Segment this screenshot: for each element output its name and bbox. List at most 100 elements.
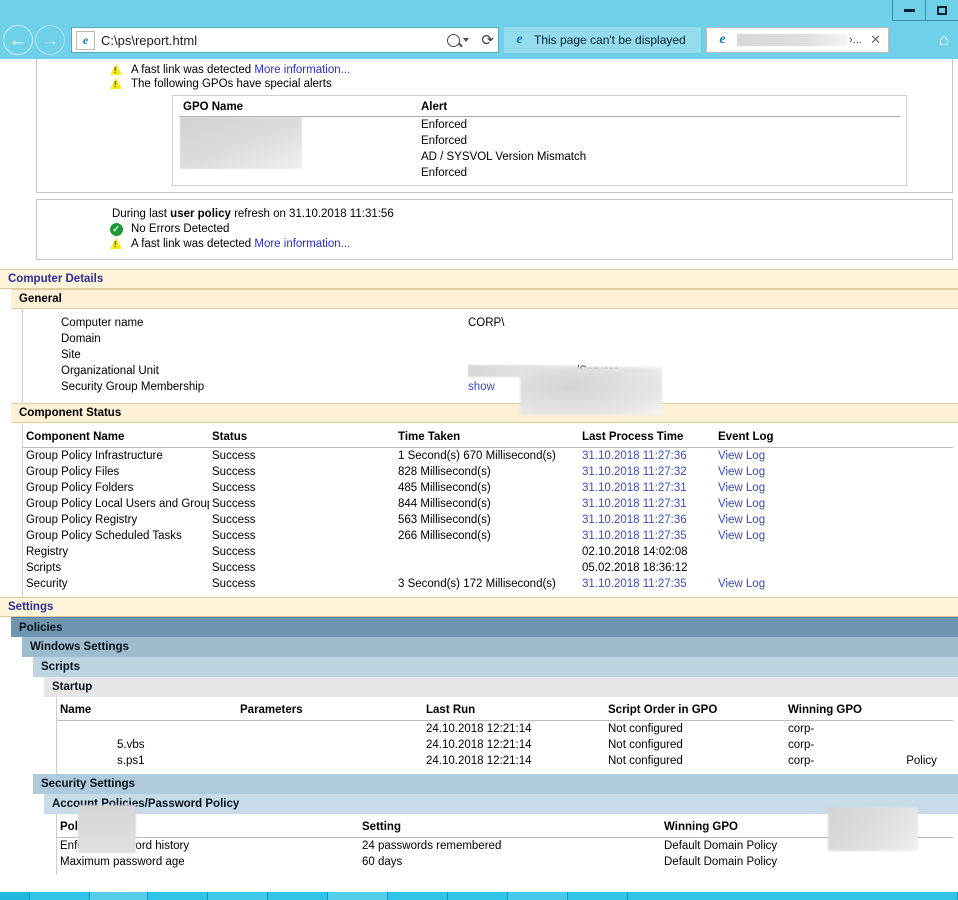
cell-event-log — [715, 544, 953, 560]
summary-text: The following GPOs have special alerts — [125, 78, 332, 90]
col-event-log: Event Log — [715, 429, 953, 448]
show-link[interactable]: show — [468, 381, 953, 393]
close-icon[interactable]: ✕ — [865, 32, 881, 48]
section-computer-details[interactable]: Computer Details — [0, 269, 958, 289]
taskbar-item[interactable] — [30, 892, 90, 900]
taskbar-tray[interactable] — [628, 892, 958, 900]
cell-winning-gpo: corp-Policy — [785, 753, 953, 769]
table-header-row: GPO Name Alert — [179, 99, 900, 117]
cell-last-run: 24.10.2018 12:21:14 — [423, 721, 605, 738]
page-favicon-icon: e — [76, 31, 95, 50]
cell-last-run: 24.10.2018 12:21:14 — [423, 753, 605, 769]
browser-navigation-bar: ← → e C:\ps\report.html ⟳ e This page ca… — [0, 21, 958, 59]
address-bar[interactable]: e C:\ps\report.html ⟳ — [71, 27, 499, 53]
section-policies[interactable]: Policies — [11, 617, 958, 637]
warning-icon — [107, 238, 125, 249]
taskbar-start-button[interactable] — [0, 892, 30, 900]
cell-event-log[interactable]: View Log — [715, 512, 953, 528]
label-organizational-unit: Organizational Unit — [23, 365, 468, 377]
tab-active-report[interactable]: e ›... ✕ — [706, 27, 889, 53]
cell-last-process-time[interactable]: 31.10.2018 11:27:36 — [579, 512, 715, 528]
gpresult-report-document: A fast link was detected More informatio… — [0, 59, 958, 892]
cell-last-process-time[interactable]: 31.10.2018 11:27:36 — [579, 448, 715, 465]
cell-script-order: Not configured — [605, 753, 785, 769]
cell-event-log[interactable]: View Log — [715, 448, 953, 465]
taskbar-item[interactable] — [328, 892, 388, 900]
cell-status: Success — [209, 480, 395, 496]
section-security-settings[interactable]: Security Settings — [33, 774, 958, 794]
cell-winning-gpo: Default Domain Policy — [661, 838, 953, 855]
taskbar-item[interactable] — [448, 892, 508, 900]
cell-event-log[interactable]: View Log — [715, 528, 953, 544]
cell-time-taken: 1 Second(s) 670 Millisecond(s) — [395, 448, 579, 465]
forward-button[interactable]: → — [35, 25, 65, 55]
cell-winning-gpo: corp- — [785, 721, 953, 738]
address-input[interactable]: C:\ps\report.html — [101, 33, 447, 48]
chevron-down-icon[interactable] — [463, 38, 469, 42]
success-icon: ✓ — [107, 223, 125, 236]
taskbar-item[interactable] — [90, 892, 148, 900]
value-domain — [468, 333, 953, 345]
cell-policy: Enforce password history — [57, 838, 359, 855]
cell-script-order: Not configured — [605, 721, 785, 738]
section-general[interactable]: General — [11, 289, 958, 309]
section-startup[interactable]: Startup — [44, 677, 958, 697]
search-icon[interactable] — [447, 34, 460, 47]
summary-text: No Errors Detected — [125, 223, 229, 235]
cell-last-process-time[interactable]: 31.10.2018 11:27:31 — [579, 480, 715, 496]
cell-last-process-time[interactable]: 31.10.2018 11:27:35 — [579, 576, 715, 592]
cell-time-taken: 563 Millisecond(s) — [395, 512, 579, 528]
component-status-table: Component Name Status Time Taken Last Pr… — [23, 429, 953, 592]
section-windows-settings[interactable]: Windows Settings — [22, 637, 958, 657]
cell-status: Success — [209, 528, 395, 544]
col-last-process-time: Last Process Time — [579, 429, 715, 448]
summary-line-no-errors: ✓ No Errors Detected — [37, 222, 952, 237]
cell-winning-gpo: Default Domain Policy — [661, 854, 953, 870]
taskbar-item[interactable] — [208, 892, 268, 900]
minimize-button[interactable] — [892, 0, 925, 21]
col-winning-gpo: Winning GPO — [785, 702, 953, 721]
taskbar-item[interactable] — [388, 892, 448, 900]
tab-page-cannot-be-displayed[interactable]: e This page can't be displayed — [504, 27, 701, 53]
cell-event-log[interactable]: View Log — [715, 480, 953, 496]
section-settings[interactable]: Settings — [0, 597, 958, 617]
cell-time-taken: 485 Millisecond(s) — [395, 480, 579, 496]
cell-status: Success — [209, 560, 395, 576]
home-icon[interactable]: ⌂ — [939, 30, 955, 50]
cell-last-process-time: 05.02.2018 18:36:12 — [579, 560, 715, 576]
section-component-status[interactable]: Component Status — [11, 403, 958, 423]
back-arrow-icon: ← — [9, 31, 28, 50]
taskbar-item[interactable] — [268, 892, 328, 900]
col-name: Name — [57, 702, 237, 721]
cell-time-taken: 844 Millisecond(s) — [395, 496, 579, 512]
table-row: RegistrySuccess02.10.2018 14:02:08 — [23, 544, 953, 560]
cell-last-process-time[interactable]: 31.10.2018 11:27:31 — [579, 496, 715, 512]
tab-label: This page can't be displayed — [534, 33, 686, 47]
cell-event-log[interactable]: View Log — [715, 464, 953, 480]
cell-event-log[interactable]: View Log — [715, 576, 953, 592]
summary-text: A fast link was detected More informatio… — [125, 238, 350, 250]
table-row: Group Policy Local Users and GroupsSucce… — [23, 496, 953, 512]
windows-taskbar[interactable] — [0, 892, 958, 900]
refresh-icon[interactable]: ⟳ — [481, 33, 494, 48]
cell-parameters — [237, 753, 423, 769]
cell-alert: Enforced — [417, 117, 900, 134]
table-row: SecuritySuccess3 Second(s) 172 Milliseco… — [23, 576, 953, 592]
section-scripts[interactable]: Scripts — [33, 657, 958, 677]
taskbar-item[interactable] — [148, 892, 208, 900]
taskbar-item[interactable] — [568, 892, 628, 900]
section-account-policies[interactable]: Account Policies/Password Policy — [44, 794, 958, 814]
gpo-special-alerts-table-wrap: GPO Name Alert e Enforced ogonCredential… — [172, 95, 907, 186]
summary-line-fast-link: A fast link was detected More informatio… — [37, 63, 952, 77]
forward-arrow-icon: → — [41, 31, 60, 50]
summary-text: A fast link was detected More informatio… — [125, 64, 350, 76]
back-button[interactable]: ← — [3, 25, 33, 55]
taskbar-item[interactable] — [508, 892, 568, 900]
more-information-link[interactable]: More information... — [254, 238, 350, 250]
more-information-link[interactable]: More information... — [254, 64, 350, 76]
cell-last-process-time[interactable]: 31.10.2018 11:27:35 — [579, 528, 715, 544]
cell-last-process-time[interactable]: 31.10.2018 11:27:32 — [579, 464, 715, 480]
maximize-restore-button[interactable] — [925, 0, 958, 21]
value-site — [468, 349, 953, 361]
cell-event-log[interactable]: View Log — [715, 496, 953, 512]
